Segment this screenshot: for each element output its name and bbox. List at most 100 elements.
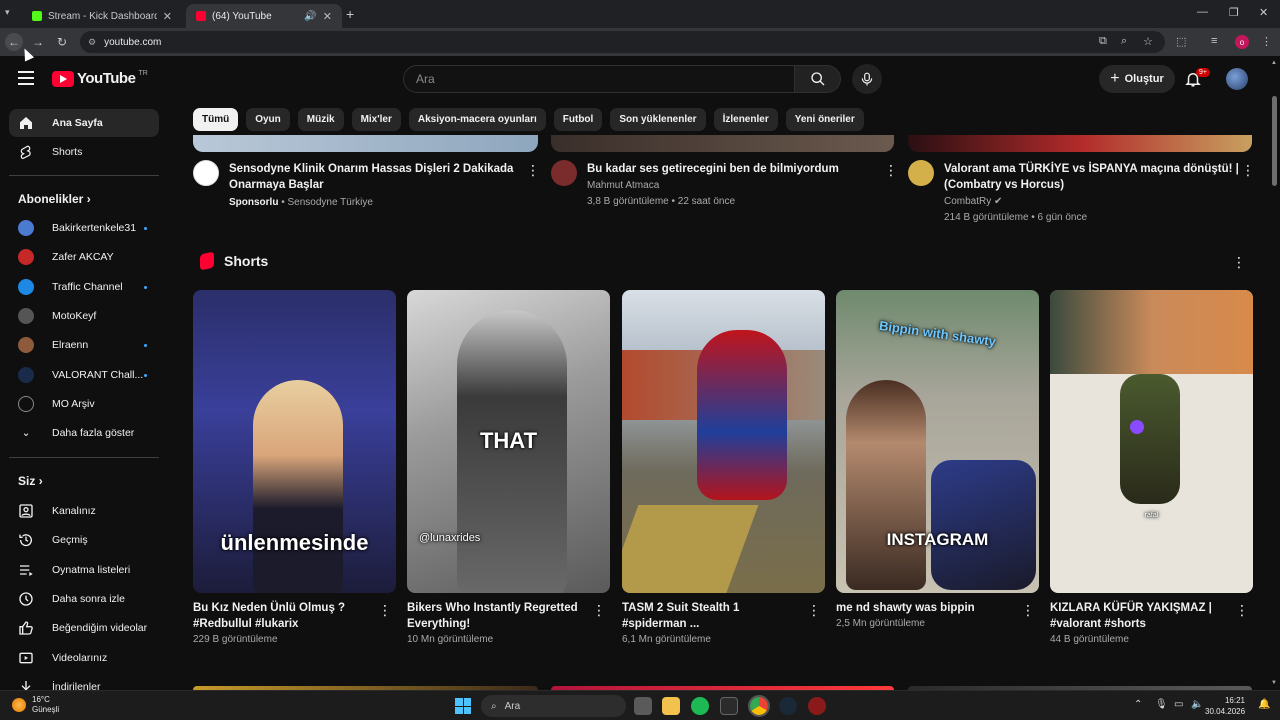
short-card[interactable]: Bippin with shawty INSTAGRAM me nd shawt… xyxy=(836,290,1039,629)
steam-icon[interactable] xyxy=(779,697,797,715)
scrollbar-thumb[interactable] xyxy=(1272,96,1277,186)
taskbar-search[interactable]: ⌕ Ara xyxy=(481,695,626,717)
chip[interactable]: Son yüklenenler xyxy=(610,108,706,131)
bookmark-star-icon[interactable]: ☆ xyxy=(1143,35,1153,48)
sidebar-item-subscription[interactable]: Zafer AKCAY xyxy=(9,243,159,271)
short-thumbnail[interactable]: rafal xyxy=(1050,290,1253,593)
address-bar[interactable]: ⚙ youtube.com xyxy=(80,31,1165,53)
tab-youtube[interactable]: (64) YouTube 🔊 ✕ xyxy=(186,4,342,28)
short-thumbnail[interactable] xyxy=(622,290,825,593)
short-title[interactable]: TASM 2 Suit Stealth 1 #spiderman ... xyxy=(622,600,797,632)
video-thumbnail[interactable] xyxy=(551,135,894,152)
notifications-icon[interactable]: 🔔 xyxy=(1258,699,1270,710)
search-input[interactable] xyxy=(416,72,794,86)
short-card[interactable]: rafal KIZLARA KÜFÜR YAKIŞMAZ | #valorant… xyxy=(1050,290,1253,645)
youtube-logo[interactable]: YouTube TR xyxy=(52,70,148,87)
sidebar-item-home[interactable]: Ana Sayfa xyxy=(9,109,159,137)
tray-mic-icon[interactable]: 🎙 xyxy=(1155,699,1168,710)
channel-avatar[interactable] xyxy=(551,160,577,186)
sidebar-item-playlists[interactable]: Oynatma listeleri xyxy=(9,556,159,584)
windows-start-icon[interactable] xyxy=(455,698,471,714)
file-explorer-icon[interactable] xyxy=(662,697,680,715)
more-options-icon[interactable]: ⋮ xyxy=(1232,254,1246,271)
sidebar-item-subscription[interactable]: MotoKeyf xyxy=(9,302,159,330)
more-options-icon[interactable]: ⋮ xyxy=(378,602,392,619)
short-title[interactable]: Bu Kız Neden Ünlü Olmuş ? #Redbullul #lu… xyxy=(193,600,368,632)
sidebar-item-subscription[interactable]: Elraenn xyxy=(9,331,159,359)
chrome-icon[interactable] xyxy=(748,695,770,717)
sidebar-item-your-channel[interactable]: Kanalınız xyxy=(9,497,159,525)
sidebar-item-subscription[interactable]: MO Arşiv xyxy=(9,390,159,418)
back-button[interactable]: ← xyxy=(5,33,23,51)
spotify-icon[interactable] xyxy=(691,697,709,715)
reload-button[interactable]: ↻ xyxy=(53,33,71,51)
channel-name[interactable]: Sensodyne Türkiye xyxy=(288,197,373,208)
video-thumbnail[interactable] xyxy=(193,135,538,152)
short-thumbnail[interactable]: THAT @lunaxrides xyxy=(407,290,610,593)
channel-avatar[interactable] xyxy=(193,160,219,186)
more-options-icon[interactable]: ⋮ xyxy=(1241,162,1255,179)
show-more-button[interactable]: ⌄ Daha fazla göster xyxy=(9,419,159,447)
sidebar-item-history[interactable]: Geçmiş xyxy=(9,526,159,554)
zoom-icon[interactable]: ⌕ xyxy=(1121,35,1127,48)
page-scrollbar[interactable]: ▲ ▼ xyxy=(1270,56,1280,690)
forward-button[interactable]: → xyxy=(29,33,47,51)
video-title[interactable]: Sensodyne Klinik Onarım Hassas Dişleri 2… xyxy=(229,161,524,193)
channel-avatar[interactable] xyxy=(908,160,934,186)
chip[interactable]: Yeni öneriler xyxy=(785,108,864,131)
more-options-icon[interactable]: ⋮ xyxy=(1235,602,1249,619)
taskbar-clock[interactable]: 16:21 30.04.2026 xyxy=(1205,695,1245,717)
you-header[interactable]: Siz › xyxy=(18,474,43,488)
chip[interactable]: Aksiyon-macera oyunları xyxy=(408,108,546,131)
channel-name[interactable]: Mahmut Atmaca xyxy=(587,180,659,191)
extensions-icon[interactable]: ⬚ xyxy=(1176,35,1186,48)
more-options-icon[interactable]: ⋮ xyxy=(1021,602,1035,619)
sidebar-item-watch-later[interactable]: Daha sonra izle xyxy=(9,585,159,613)
sidebar-item-liked-videos[interactable]: Beğendiğim videolar xyxy=(9,614,159,642)
more-options-icon[interactable]: ⋮ xyxy=(884,162,898,179)
chip[interactable]: Mix'ler xyxy=(351,108,401,131)
tab-search-icon[interactable]: ▾ xyxy=(5,7,17,19)
chip[interactable]: Müzik xyxy=(297,108,344,131)
short-card[interactable]: THAT @lunaxrides Bikers Who Instantly Re… xyxy=(407,290,610,645)
create-button[interactable]: + Oluştur xyxy=(1099,65,1175,93)
sidebar-item-downloads[interactable]: İndirilenler xyxy=(9,673,159,690)
chip[interactable]: Futbol xyxy=(553,108,603,131)
terminal-icon[interactable] xyxy=(720,697,738,715)
voice-search-button[interactable] xyxy=(852,64,882,94)
speaker-icon[interactable]: 🔊 xyxy=(304,11,316,22)
short-title[interactable]: KIZLARA KÜFÜR YAKIŞMAZ | #valorant #shor… xyxy=(1050,600,1225,632)
video-title[interactable]: Valorant ama TÜRKİYE vs İSPANYA maçına d… xyxy=(944,161,1239,193)
channel-name[interactable]: CombatRy ✔ xyxy=(944,196,1002,207)
browser-profile-avatar[interactable]: o xyxy=(1235,35,1249,49)
tray-network-icon[interactable]: ▭ xyxy=(1174,699,1183,710)
more-options-icon[interactable]: ⋮ xyxy=(526,162,540,179)
browser-menu-icon[interactable]: ⋮ xyxy=(1261,35,1272,48)
short-title[interactable]: me nd shawty was bippin xyxy=(836,600,1011,616)
sidebar-item-subscription[interactable]: VALORANT Chall... xyxy=(9,361,159,389)
sidebar-item-your-videos[interactable]: Videolarınız xyxy=(9,644,159,672)
weather-widget[interactable]: 16°C Güneşli xyxy=(12,695,59,715)
tray-chevron-icon[interactable]: ⌃ xyxy=(1134,699,1142,710)
sidebar-item-shorts[interactable]: Shorts xyxy=(9,138,159,166)
new-tab-button[interactable]: + xyxy=(346,6,354,22)
chip-all[interactable]: Tümü xyxy=(193,108,239,131)
cast-icon[interactable]: ⧉ xyxy=(1099,35,1107,48)
video-title[interactable]: Bu kadar ses getirecegini ben de bilmiyo… xyxy=(587,161,882,177)
minimize-icon[interactable]: — xyxy=(1197,6,1208,18)
restore-icon[interactable]: ❐ xyxy=(1229,6,1239,19)
video-thumbnail[interactable] xyxy=(908,135,1252,152)
short-thumbnail[interactable]: Bippin with shawty INSTAGRAM xyxy=(836,290,1039,593)
more-options-icon[interactable]: ⋮ xyxy=(807,602,821,619)
menu-icon[interactable] xyxy=(18,71,34,85)
tab-kick-dashboard[interactable]: Stream - Kick Dashboard ✕ xyxy=(22,4,182,28)
site-info-icon[interactable]: ⚙ xyxy=(88,37,96,48)
close-tab-icon[interactable]: ✕ xyxy=(163,10,172,23)
scroll-down-icon[interactable]: ▼ xyxy=(1271,680,1277,686)
sidebar-item-subscription[interactable]: Bakirkertenkele31 xyxy=(9,214,159,242)
media-control-icon[interactable]: ≡ xyxy=(1211,35,1217,47)
search-button[interactable] xyxy=(795,65,841,93)
short-card[interactable]: ünlenmesinde Bu Kız Neden Ünlü Olmuş ? #… xyxy=(193,290,396,645)
subscriptions-header[interactable]: Abonelikler › xyxy=(18,192,91,206)
short-title[interactable]: Bikers Who Instantly Regretted Everythin… xyxy=(407,600,582,632)
